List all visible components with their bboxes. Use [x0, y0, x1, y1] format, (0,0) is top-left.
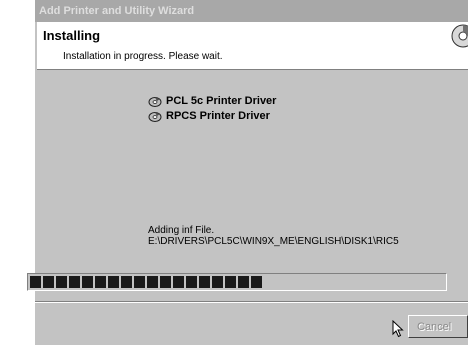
progress-block [30, 276, 41, 288]
progress-block [186, 276, 197, 288]
page-subtitle: Installation in progress. Please wait. [63, 51, 223, 62]
cancel-button[interactable]: Cancel [408, 315, 468, 338]
page-title: Installing [43, 28, 101, 43]
wizard-header: Installing Installation in progress. Ple… [37, 22, 468, 70]
progress-block [147, 276, 158, 288]
progress-block [251, 276, 262, 288]
progress-block [56, 276, 67, 288]
progress-block [121, 276, 132, 288]
driver-item: PCL 5c Printer Driver [148, 94, 276, 108]
progress-block [173, 276, 184, 288]
window-title: Add Printer and Utility Wizard [39, 5, 195, 17]
progress-block [95, 276, 106, 288]
setup-disc-icon [451, 24, 468, 48]
driver-item: RPCS Printer Driver [148, 109, 276, 123]
driver-label: RPCS Printer Driver [166, 110, 270, 122]
progress-bar [27, 273, 447, 291]
wizard-window: Add Printer and Utility Wizard Installin… [35, 0, 468, 345]
progress-block [43, 276, 54, 288]
progress-block [134, 276, 145, 288]
driver-list: PCL 5c Printer Driver RPCS Printer Drive… [148, 94, 276, 124]
disc-icon [148, 112, 162, 122]
progress-block [225, 276, 236, 288]
mouse-pointer-icon [392, 320, 404, 338]
progress-block [238, 276, 249, 288]
status-text: Adding inf File. E:\DRIVERS\PCL5C\WIN9X_… [148, 225, 399, 247]
progress-block [108, 276, 119, 288]
progress-block [69, 276, 80, 288]
disc-icon [148, 97, 162, 107]
title-bar[interactable]: Add Printer and Utility Wizard [35, 0, 468, 22]
progress-fill [30, 276, 444, 288]
progress-block [82, 276, 93, 288]
divider-highlight [35, 302, 468, 303]
status-action: Adding inf File. [148, 225, 215, 236]
driver-label: PCL 5c Printer Driver [166, 95, 277, 107]
progress-block [212, 276, 223, 288]
progress-block [199, 276, 210, 288]
status-path: E:\DRIVERS\PCL5C\WIN9X_ME\ENGLISH\DISK1\… [148, 236, 399, 247]
progress-block [160, 276, 171, 288]
